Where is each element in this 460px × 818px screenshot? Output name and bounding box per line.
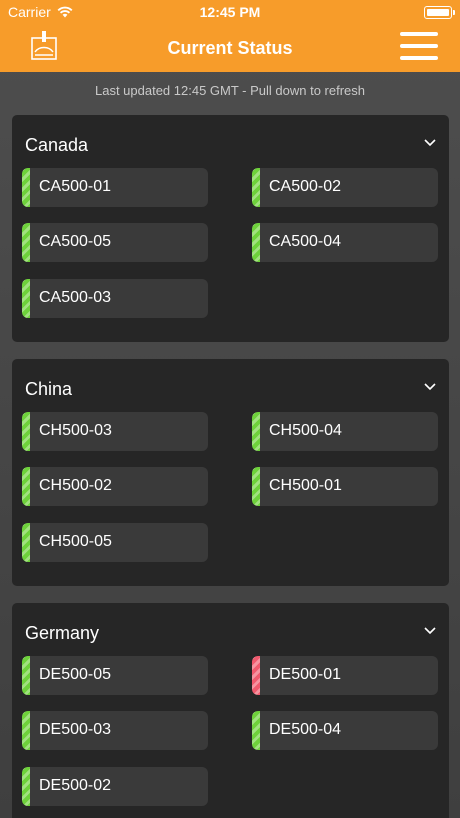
device-id: CH500-04 (269, 422, 342, 439)
menu-icon-bar (400, 44, 438, 48)
device-tile[interactable]: CH500-01 (252, 467, 438, 506)
status-indicator (252, 467, 260, 506)
device-tile[interactable]: CA500-03 (22, 279, 208, 318)
device-id: DE500-05 (39, 666, 112, 683)
status-indicator (22, 279, 30, 318)
device-tile[interactable]: DE500-05 (22, 656, 208, 695)
device-tile[interactable]: CH500-03 (22, 412, 208, 451)
status-indicator (22, 223, 30, 262)
device-id: CA500-01 (39, 178, 112, 195)
chevron-down-icon[interactable] (423, 381, 437, 391)
device-tile[interactable]: CH500-05 (22, 523, 208, 562)
device-id: CA500-03 (39, 289, 112, 306)
status-bar: Carrier 12:45 PM (0, 0, 460, 24)
device-tile[interactable]: CA500-05 (22, 223, 208, 262)
status-indicator (252, 223, 260, 262)
device-tile[interactable]: DE500-04 (252, 711, 438, 750)
device-tile[interactable]: CH500-04 (252, 412, 438, 451)
device-tile[interactable]: DE500-01 (252, 656, 438, 695)
status-indicator (22, 523, 30, 562)
status-indicator (22, 711, 30, 750)
status-indicator (252, 412, 260, 451)
group-title[interactable]: Canada (25, 135, 88, 156)
device-id: CH500-03 (39, 422, 112, 439)
device-id: CA500-05 (39, 233, 112, 250)
app-header: Carrier 12:45 PM Current Status (0, 0, 460, 72)
device-id: DE500-04 (269, 721, 342, 738)
device-tile[interactable]: CA500-02 (252, 168, 438, 207)
device-tile[interactable]: DE500-02 (22, 767, 208, 806)
device-id: CA500-04 (269, 233, 342, 250)
device-tile[interactable]: DE500-03 (22, 711, 208, 750)
device-id: DE500-01 (269, 666, 342, 683)
status-time: 12:45 PM (199, 4, 261, 20)
chevron-down-icon[interactable] (423, 137, 437, 147)
device-id: DE500-03 (39, 721, 112, 738)
device-id: CH500-02 (39, 477, 112, 494)
status-indicator (252, 711, 260, 750)
device-id: CH500-05 (39, 533, 112, 550)
device-tile[interactable]: CA500-01 (22, 168, 208, 207)
status-indicator (22, 467, 30, 506)
group-panel-germany: Germany DE500-05 DE500-01 DE500-03 DE500… (12, 603, 449, 818)
page-title: Current Status (167, 38, 293, 58)
device-id: DE500-02 (39, 777, 112, 794)
status-indicator (252, 168, 260, 207)
menu-icon-bar (400, 32, 438, 36)
device-tile[interactable]: CA500-04 (252, 223, 438, 262)
status-indicator (252, 656, 260, 695)
device-id: CA500-02 (269, 178, 342, 195)
group-panel-canada: Canada CA500-01 CA500-02 CA500-05 CA500-… (12, 115, 449, 342)
device-tile[interactable]: CH500-02 (22, 467, 208, 506)
last-updated-text: Last updated 12:45 GMT - Pull down to re… (94, 83, 366, 98)
group-panel-china: China CH500-03 CH500-04 CH500-02 CH500-0… (12, 359, 449, 586)
status-indicator (22, 656, 30, 695)
status-indicator (22, 767, 30, 806)
battery-icon (424, 6, 455, 19)
status-indicator (22, 412, 30, 451)
group-title[interactable]: China (25, 379, 72, 400)
device-id: CH500-01 (269, 477, 342, 494)
chevron-down-icon[interactable] (423, 625, 437, 635)
menu-icon-bar (400, 56, 438, 60)
group-title[interactable]: Germany (25, 623, 99, 644)
menu-button[interactable] (400, 32, 438, 60)
status-indicator (22, 168, 30, 207)
